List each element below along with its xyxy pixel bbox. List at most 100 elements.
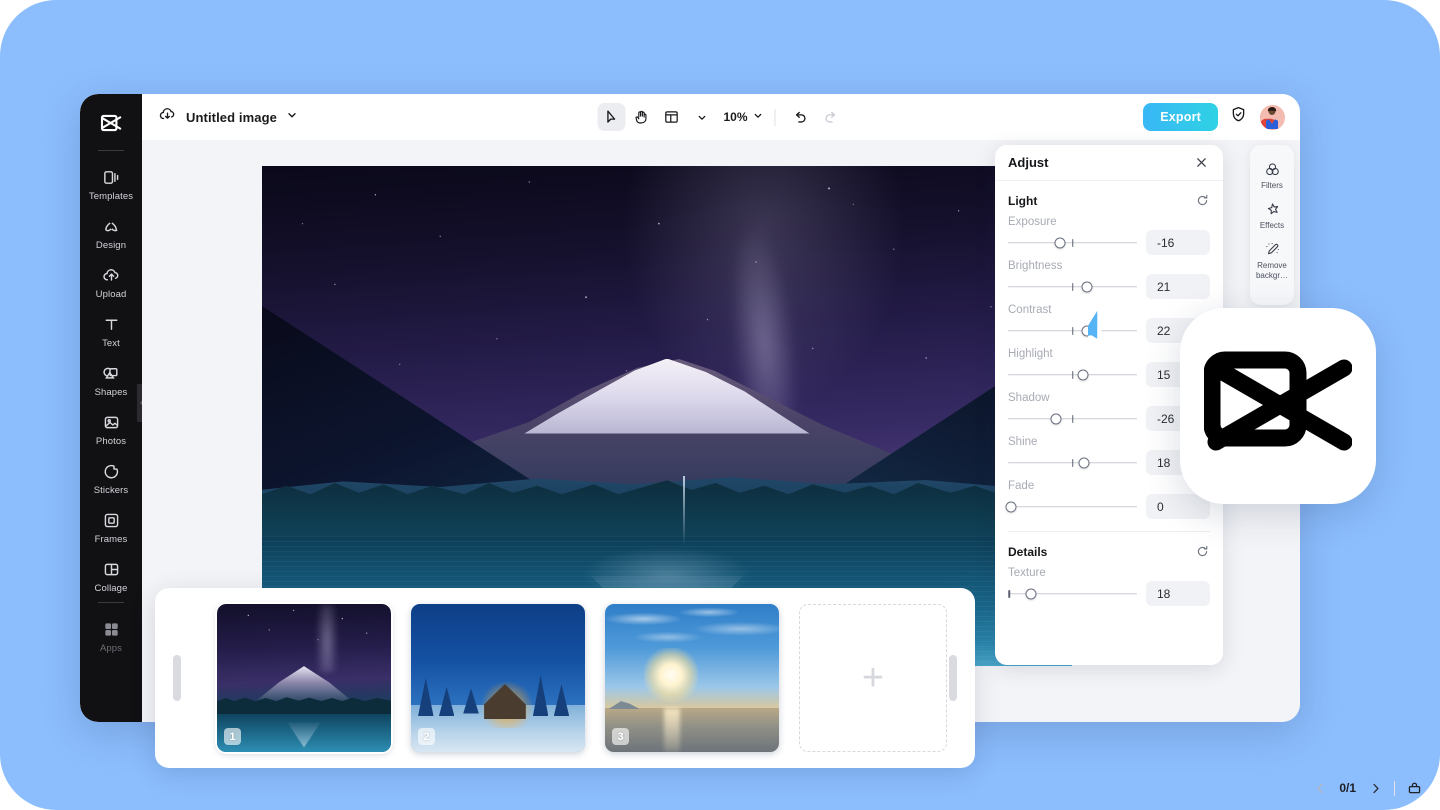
cloud-sync-icon[interactable] [158,105,177,129]
track-tick [1071,458,1074,467]
adjust-panel-title: Adjust [1008,155,1049,170]
slider-knob[interactable] [1025,588,1037,599]
slider-knob[interactable] [1005,501,1017,512]
add-image-button[interactable]: + [799,604,947,752]
export-button[interactable]: Export [1143,103,1218,131]
hand-tool-button[interactable] [627,103,655,131]
toolbar-separator [774,108,776,126]
sidebar-item-frames[interactable]: Frames [80,502,142,551]
slider-track-brightness[interactable] [1008,277,1137,297]
zoom-control[interactable]: 10% [721,108,763,126]
scroll-handle-right[interactable] [949,655,957,701]
slider-knob[interactable] [1054,237,1066,248]
close-icon[interactable] [1192,154,1210,172]
design-icon [102,215,121,237]
sidebar-item-shapes[interactable]: Shapes [80,355,142,404]
chevron-left-icon[interactable] [1310,778,1330,798]
chevron-down-icon[interactable] [286,108,298,126]
remove-background-icon [1264,240,1281,259]
toolbar-center-tools: 10% [597,103,844,131]
rail-item-effects[interactable]: Effects [1250,195,1294,235]
slider-knob[interactable] [1081,281,1093,292]
slider-knob[interactable] [1077,369,1089,380]
slider-fade: Fade 0 [1005,477,1210,519]
sidebar-item-design[interactable]: Design [80,208,142,257]
page-backdrop: Templates Design Upload Text Shapes Phot… [0,0,1440,810]
sidebar-item-text[interactable]: Text [80,306,142,355]
reset-icon[interactable] [1195,193,1210,208]
thumb-milky-way [307,604,348,673]
slider-knob[interactable] [1081,325,1093,336]
slider-track-exposure[interactable] [1008,233,1137,253]
thumb-sun-reflection [664,707,680,752]
zoom-value[interactable]: 10% [721,110,749,124]
slider-label: Texture [1008,567,1046,579]
slider-track-shine[interactable] [1008,453,1137,473]
sidebar-label: Upload [95,289,127,300]
rail-item-filters[interactable]: Filters [1250,155,1294,195]
crop-icon[interactable] [1404,778,1424,798]
thumbnail-item-1[interactable]: 1 [215,602,393,754]
sidebar-label: Text [102,338,120,349]
shield-check-icon[interactable] [1229,105,1248,129]
track-tick [1008,589,1011,598]
slider-label: Brightness [1008,260,1063,272]
reset-icon[interactable] [1195,544,1210,559]
sidebar-item-photos[interactable]: Photos [80,404,142,453]
thumb-sun [644,648,699,703]
thumbnail-item-2[interactable]: 2 [411,604,585,752]
slider-value-exposure[interactable]: -16 [1146,230,1210,255]
adjust-panel-header: Adjust [995,145,1223,181]
sidebar-item-stickers[interactable]: Stickers [80,453,142,502]
slider-track-contrast[interactable] [1008,321,1137,341]
slider-contrast: Contrast 22 [1008,301,1210,343]
sidebar-item-apps[interactable]: Apps [80,611,142,660]
rail-label: Filters [1261,181,1283,190]
zoom-chevron-down-icon[interactable] [753,108,764,126]
rail-item-remove-background[interactable]: Remove backgr… [1250,235,1294,284]
chevron-right-icon[interactable] [1365,778,1385,798]
rail-label: Remove backgr… [1255,261,1288,280]
slider-track-highlight[interactable] [1008,365,1137,385]
slider-value-texture[interactable]: 18 [1146,581,1210,606]
layout-chevron-button[interactable] [687,103,715,131]
track-tick [1071,414,1074,423]
sidebar-divider-bottom [98,602,124,603]
document-title-group[interactable]: Untitled image [142,105,298,129]
apps-icon [102,618,121,640]
thumb-tree [463,688,479,714]
capcut-logo-icon[interactable] [94,106,128,140]
slider-track-texture[interactable] [1008,584,1137,604]
slider-label: Contrast [1008,304,1052,316]
layout-tool-button[interactable] [657,103,685,131]
thumbnail-item-3[interactable]: 3 [605,604,779,752]
slider-value-fade[interactable]: 0 [1146,494,1210,519]
sidebar-item-upload[interactable]: Upload [80,257,142,306]
sidebar-divider-top [98,150,124,151]
undo-button[interactable] [787,103,815,131]
capcut-app-icon [1180,308,1376,504]
slider-value-brightness[interactable]: 21 [1146,274,1210,299]
sidebar-label: Apps [99,643,123,654]
user-avatar[interactable] [1259,103,1286,131]
redo-button[interactable] [817,103,845,131]
slider-knob[interactable] [1078,457,1090,468]
track-line [1008,505,1137,508]
sidebar-item-templates[interactable]: Templates [80,159,142,208]
thumb-tree [438,686,455,717]
top-toolbar: Untitled image 10% Export [142,94,1300,140]
sidebar-label: Templates [88,191,134,202]
filters-icon [1264,160,1281,179]
slider-track-shadow[interactable] [1008,409,1137,429]
page-count: 0/1 [1339,781,1356,795]
slider-knob[interactable] [1050,413,1062,424]
scroll-handle-left[interactable] [173,655,181,701]
select-tool-button[interactable] [597,103,626,131]
slider-label: Fade [1008,480,1035,492]
collage-icon [102,558,121,580]
slider-track-fade[interactable] [1005,497,1137,517]
section-header-light: Light [1008,181,1210,213]
document-title[interactable]: Untitled image [186,110,277,125]
slider-label: Exposure [1008,216,1057,228]
sidebar-item-collage[interactable]: Collage [80,551,142,600]
